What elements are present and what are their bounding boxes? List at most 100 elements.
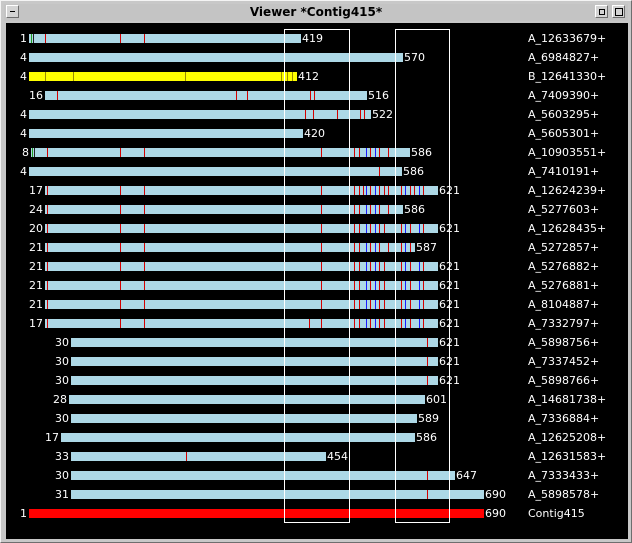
variant-mark bbox=[379, 167, 380, 176]
variant-mark bbox=[379, 186, 380, 195]
variant-mark bbox=[375, 262, 376, 271]
read-bar[interactable] bbox=[71, 338, 438, 347]
read-name-label[interactable]: A_5276881+ bbox=[528, 278, 599, 293]
read-name-label[interactable]: A_12631583+ bbox=[528, 449, 606, 464]
read-name-label[interactable]: A_5277603+ bbox=[528, 202, 599, 217]
selection-box-right[interactable] bbox=[395, 29, 450, 523]
read-bar[interactable] bbox=[45, 262, 438, 271]
read-bar[interactable] bbox=[45, 224, 438, 233]
read-name-label[interactable]: A_7336884+ bbox=[528, 411, 599, 426]
read-name-label[interactable]: A_7409390+ bbox=[528, 88, 599, 103]
read-depth-number: 1 bbox=[20, 32, 27, 45]
variant-mark bbox=[354, 319, 355, 328]
variant-mark bbox=[359, 319, 360, 328]
variant-mark bbox=[375, 243, 376, 252]
read-bar[interactable] bbox=[61, 433, 415, 442]
read-bar[interactable] bbox=[45, 319, 438, 328]
variant-mark bbox=[379, 205, 380, 214]
read-depth-number: 17 bbox=[29, 184, 43, 197]
alignment-canvas[interactable]: 1 419 A_12633679+ 4 570 A_6984827+ 4 412 B_12641… bbox=[6, 23, 628, 539]
read-bar[interactable] bbox=[71, 414, 417, 423]
read-bar[interactable] bbox=[45, 281, 438, 290]
read-name-label[interactable]: A_5898578+ bbox=[528, 487, 599, 502]
read-depth-number: 30 bbox=[55, 412, 69, 425]
read-name-label[interactable]: A_5605301+ bbox=[528, 126, 599, 141]
variant-mark bbox=[354, 148, 355, 157]
read-name-label[interactable]: A_7333433+ bbox=[528, 468, 599, 483]
read-depth-number: 4 bbox=[20, 51, 27, 64]
read-bar[interactable] bbox=[29, 72, 297, 81]
read-name-label[interactable]: A_5898766+ bbox=[528, 373, 599, 388]
variant-mark bbox=[370, 224, 371, 233]
read-depth-number: 24 bbox=[29, 203, 43, 216]
read-name-label[interactable]: A_12633679+ bbox=[528, 31, 606, 46]
read-name-label[interactable]: A_5603295+ bbox=[528, 107, 599, 122]
variant-mark bbox=[120, 262, 121, 271]
read-name-label[interactable]: A_7410191+ bbox=[528, 164, 599, 179]
selection-box-left[interactable] bbox=[284, 29, 350, 523]
read-name-label[interactable]: A_7332797+ bbox=[528, 316, 599, 331]
read-bar[interactable] bbox=[71, 376, 438, 385]
read-name-label[interactable]: A_5276882+ bbox=[528, 259, 599, 274]
read-bar[interactable] bbox=[29, 34, 301, 43]
variant-mark bbox=[247, 91, 248, 100]
read-name-label[interactable]: A_8104887+ bbox=[528, 297, 599, 312]
read-name-label[interactable]: A_12624239+ bbox=[528, 183, 606, 198]
read-bar[interactable] bbox=[69, 395, 425, 404]
read-bar[interactable] bbox=[71, 357, 438, 366]
read-depth-number: 17 bbox=[29, 317, 43, 330]
minimize-icon[interactable] bbox=[595, 5, 608, 18]
variant-mark bbox=[120, 319, 121, 328]
variant-mark bbox=[47, 186, 48, 195]
read-bar[interactable] bbox=[29, 129, 303, 138]
read-bar[interactable] bbox=[31, 148, 410, 157]
maximize-icon[interactable] bbox=[612, 5, 625, 18]
read-name-label[interactable]: A_5898756+ bbox=[528, 335, 599, 350]
variant-mark bbox=[47, 205, 48, 214]
variant-mark bbox=[144, 186, 145, 195]
variant-mark bbox=[45, 34, 46, 43]
read-depth-number: 20 bbox=[29, 222, 43, 235]
variant-mark bbox=[388, 243, 389, 252]
read-name-label[interactable]: B_12641330+ bbox=[528, 69, 606, 84]
variant-mark bbox=[33, 34, 34, 43]
read-name-label[interactable]: A_10903551+ bbox=[528, 145, 606, 160]
variant-mark bbox=[120, 300, 121, 309]
variant-mark bbox=[120, 148, 121, 157]
read-depth-number: 4 bbox=[20, 108, 27, 121]
variant-mark bbox=[375, 319, 376, 328]
read-name-label[interactable]: A_12625208+ bbox=[528, 430, 606, 445]
read-bar[interactable] bbox=[45, 300, 438, 309]
variant-mark bbox=[57, 91, 58, 100]
variant-mark bbox=[375, 281, 376, 290]
read-bar[interactable] bbox=[45, 186, 438, 195]
variant-mark bbox=[47, 300, 48, 309]
variant-mark bbox=[359, 281, 360, 290]
variant-mark bbox=[31, 34, 32, 43]
read-name-label[interactable]: A_6984827+ bbox=[528, 50, 599, 65]
read-name-label[interactable]: A_7337452+ bbox=[528, 354, 599, 369]
read-name-label[interactable]: A_5272857+ bbox=[528, 240, 599, 255]
variant-mark bbox=[370, 243, 371, 252]
read-bar[interactable] bbox=[45, 243, 415, 252]
read-depth-number: 30 bbox=[55, 355, 69, 368]
read-name-label[interactable]: A_14681738+ bbox=[528, 392, 606, 407]
variant-mark bbox=[359, 205, 360, 214]
read-depth-number: 28 bbox=[53, 393, 67, 406]
variant-mark bbox=[375, 186, 376, 195]
read-length-label: 690 bbox=[485, 507, 506, 520]
variant-mark bbox=[45, 72, 46, 81]
variant-mark bbox=[370, 262, 371, 271]
variant-mark bbox=[370, 186, 371, 195]
read-name-label[interactable]: A_12628435+ bbox=[528, 221, 606, 236]
variant-mark bbox=[375, 300, 376, 309]
read-depth-number: 1 bbox=[20, 507, 27, 520]
variant-mark bbox=[388, 186, 389, 195]
variant-mark bbox=[370, 148, 371, 157]
read-name-label[interactable]: Contig415 bbox=[528, 506, 585, 521]
variant-mark bbox=[120, 205, 121, 214]
variant-mark bbox=[47, 148, 48, 157]
variant-mark bbox=[388, 148, 389, 157]
read-depth-number: 8 bbox=[22, 146, 29, 159]
title-bar[interactable]: Viewer *Contig415* bbox=[4, 4, 628, 21]
